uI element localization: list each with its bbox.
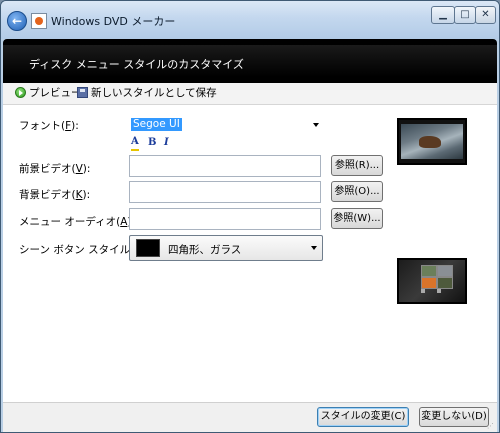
browse-menu-audio-button[interactable]: 参照(W)... (331, 208, 383, 229)
minimize-button[interactable]: ▁ (431, 6, 455, 24)
font-label: フォント(F): (19, 120, 79, 132)
browse-foreground-video-button[interactable]: 参照(R)... (331, 155, 383, 176)
window-title: Windows DVD メーカー (51, 15, 176, 28)
save-style-label: 新しいスタイルとして保存 (91, 87, 217, 99)
page-title: ディスク メニュー スタイルのカスタマイズ (29, 58, 244, 71)
preview-button[interactable]: プレビュー (15, 86, 82, 101)
italic-button[interactable]: I (164, 137, 169, 149)
chevron-down-icon (313, 123, 319, 127)
bold-button[interactable]: B (148, 137, 156, 149)
browse-background-video-button[interactable]: 参照(O)... (331, 181, 383, 202)
font-value: Segoe UI (131, 118, 182, 131)
preview-label: プレビュー (29, 87, 82, 99)
menu-audio-field[interactable] (129, 208, 321, 230)
dvd-maker-window: ← Windows DVD メーカー ▁ □ ✕ ディスク メニュー スタイルの… (0, 0, 500, 433)
play-icon (15, 87, 26, 98)
chevron-down-icon (311, 246, 317, 250)
scene-button-style-value: 四角形、ガラス (168, 244, 242, 256)
dont-change-button[interactable]: 変更しない(D) (419, 407, 489, 427)
header-band: ディスク メニュー スタイルのカスタマイズ (3, 39, 497, 83)
scenes-preview-thumbnail (397, 258, 467, 304)
font-color-button[interactable]: A (131, 137, 139, 151)
main-content: フォント(F): Segoe UI A B I 前景ビデオ(V): 参照(R).… (3, 105, 497, 402)
foreground-video-field[interactable] (129, 155, 321, 177)
toolbar: プレビュー 新しいスタイルとして保存 (3, 83, 497, 105)
save-as-new-style-button[interactable]: 新しいスタイルとして保存 (77, 86, 217, 101)
footer-bar: スタイルの変更(C) 変更しない(D) ⋰ (3, 402, 497, 432)
close-button[interactable]: ✕ (475, 6, 496, 24)
scene-button-swatch (136, 239, 160, 257)
background-video-label: 背景ビデオ(K): (19, 189, 91, 201)
title-bar: ← Windows DVD メーカー ▁ □ ✕ (1, 1, 499, 39)
foreground-video-label: 前景ビデオ(V): (19, 163, 91, 175)
dvd-maker-app-icon (31, 13, 47, 29)
menu-audio-label: メニュー オーディオ(A): (19, 216, 135, 228)
back-arrow-icon[interactable]: ← (7, 11, 27, 31)
menu-preview-thumbnail (397, 118, 467, 165)
change-style-button[interactable]: スタイルの変更(C) (317, 407, 409, 427)
scene-button-style-dropdown[interactable]: 四角形、ガラス (129, 235, 323, 261)
resize-grip-icon[interactable]: ⋰ (487, 422, 495, 430)
maximize-button[interactable]: □ (454, 6, 476, 24)
save-disk-icon (77, 87, 88, 98)
background-video-field[interactable] (129, 181, 321, 203)
font-dropdown[interactable]: Segoe UI (129, 117, 321, 133)
